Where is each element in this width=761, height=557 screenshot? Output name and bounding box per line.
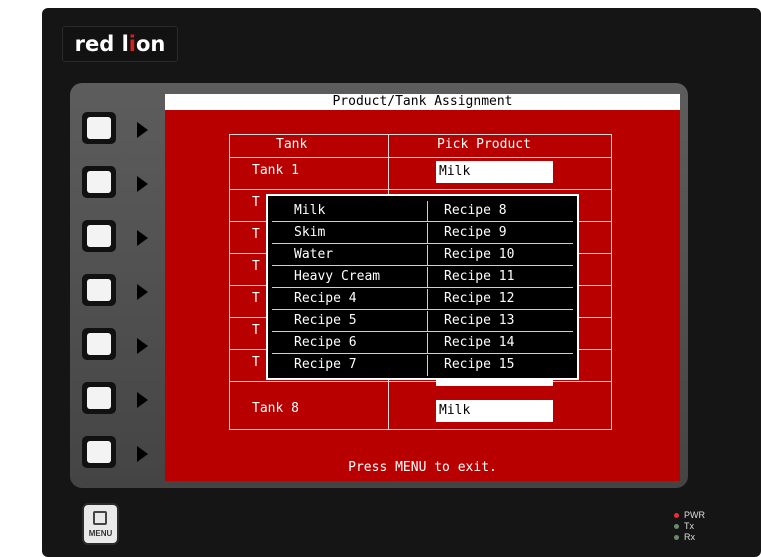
popup-option[interactable]: Recipe 8 bbox=[444, 201, 507, 221]
menu-button[interactable]: MENU bbox=[84, 505, 117, 543]
popup-row: Recipe 4 Recipe 12 bbox=[272, 289, 573, 310]
soft-key-4[interactable] bbox=[82, 274, 116, 306]
popup-row: Recipe 6 Recipe 14 bbox=[272, 333, 573, 354]
soft-key-3[interactable] bbox=[82, 220, 116, 252]
soft-key-7[interactable] bbox=[82, 436, 116, 468]
tank-label: T bbox=[252, 195, 260, 210]
menu-icon bbox=[93, 511, 107, 525]
tank-label: Tank 1 bbox=[252, 163, 299, 178]
popup-option[interactable]: Recipe 7 bbox=[294, 355, 357, 375]
red-lion-logo: red lion bbox=[62, 26, 178, 62]
popup-option[interactable]: Recipe 5 bbox=[294, 311, 357, 331]
popup-row: Recipe 5 Recipe 13 bbox=[272, 311, 573, 332]
tank-label: Tank 8 bbox=[252, 401, 299, 416]
tank-label: T bbox=[252, 259, 260, 274]
footer-hint: Press MENU to exit. bbox=[348, 460, 497, 475]
popup-option[interactable]: Milk bbox=[294, 201, 325, 221]
popup-option[interactable]: Recipe 13 bbox=[444, 311, 514, 331]
tank-label: T bbox=[252, 355, 260, 370]
popup-option[interactable]: Recipe 9 bbox=[444, 223, 507, 243]
column-header-tank: Tank bbox=[276, 137, 308, 152]
popup-row: Water Recipe 10 bbox=[272, 245, 573, 266]
popup-row: Recipe 7 Recipe 15 bbox=[272, 355, 573, 376]
arrow-right-icon bbox=[137, 284, 148, 300]
soft-key-1[interactable] bbox=[82, 112, 116, 144]
popup-option[interactable]: Recipe 15 bbox=[444, 355, 514, 375]
arrow-right-icon bbox=[137, 122, 148, 138]
product-field[interactable]: Milk bbox=[436, 400, 553, 422]
hmi-screen: Product/Tank Assignment Tank Pick Produc… bbox=[165, 94, 680, 481]
popup-option[interactable]: Recipe 11 bbox=[444, 267, 514, 287]
arrow-right-icon bbox=[137, 176, 148, 192]
soft-key-5[interactable] bbox=[82, 328, 116, 360]
tank-label: T bbox=[252, 227, 260, 242]
popup-option[interactable]: Recipe 6 bbox=[294, 333, 357, 353]
soft-key-2[interactable] bbox=[82, 166, 116, 198]
popup-row: Heavy Cream Recipe 11 bbox=[272, 267, 573, 288]
product-picker-popup: Milk Recipe 8 Skim Recipe 9 Water Recipe 10… bbox=[266, 194, 579, 380]
arrow-right-icon bbox=[137, 230, 148, 246]
popup-option[interactable]: Recipe 10 bbox=[444, 245, 514, 265]
menu-button-label: MENU bbox=[88, 529, 113, 538]
arrow-right-icon bbox=[137, 338, 148, 354]
popup-option[interactable]: Water bbox=[294, 245, 333, 265]
screen-title: Product/Tank Assignment bbox=[165, 94, 680, 110]
tank-label: T bbox=[252, 323, 260, 338]
product-field[interactable]: Milk bbox=[436, 161, 553, 183]
tank-label: T bbox=[252, 291, 260, 306]
arrow-right-icon bbox=[137, 392, 148, 408]
popup-option[interactable]: Recipe 14 bbox=[444, 333, 514, 353]
popup-row: Skim Recipe 9 bbox=[272, 223, 573, 244]
popup-row: Milk Recipe 8 bbox=[272, 201, 573, 222]
arrow-right-icon bbox=[137, 446, 148, 462]
led-indicator-icon bbox=[674, 524, 679, 529]
popup-option[interactable]: Heavy Cream bbox=[294, 267, 380, 287]
led-indicator-icon bbox=[674, 535, 679, 540]
column-header-product: Pick Product bbox=[437, 137, 531, 152]
popup-option[interactable]: Recipe 12 bbox=[444, 289, 514, 309]
popup-option[interactable]: Skim bbox=[294, 223, 325, 243]
popup-option[interactable]: Recipe 4 bbox=[294, 289, 357, 309]
led-indicator-icon bbox=[674, 513, 679, 518]
soft-key-6[interactable] bbox=[82, 382, 116, 414]
